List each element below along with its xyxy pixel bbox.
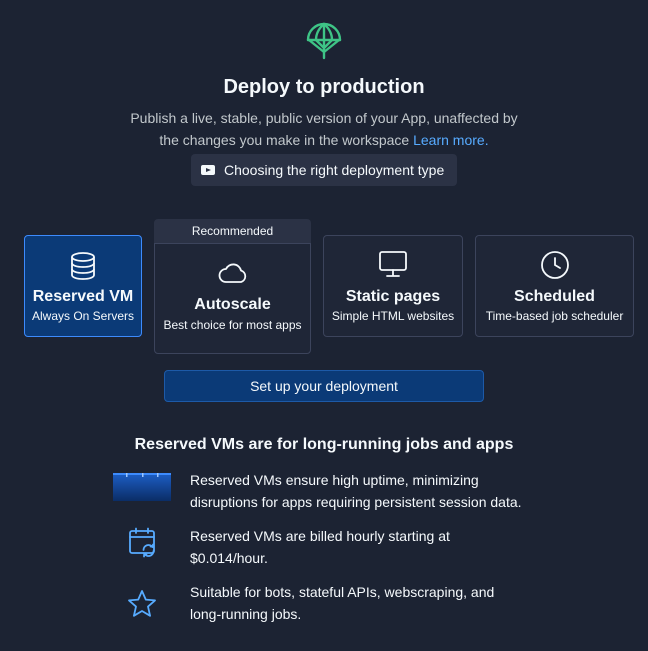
card-title: Reserved VM [32,288,134,305]
card-title: Autoscale [194,296,271,313]
video-guide-label: Choosing the right deployment type [224,162,445,178]
deployment-card-reserved-vm[interactable]: Reserved VM Always On Servers [24,235,142,337]
clock-icon [540,251,569,279]
star-icon [128,590,156,617]
page-title: Deploy to production [223,76,425,98]
card-description: Time-based job scheduler [485,309,624,323]
database-icon [71,252,95,280]
recommended-badge: Recommended [154,219,311,243]
deploy-globe-icon [306,22,342,60]
calendar-refresh-icon [129,527,155,558]
deployment-card-static-pages[interactable]: Static pages Simple HTML websites [323,235,463,337]
learn-more-link[interactable]: Learn more. [413,132,488,148]
feature-text: Reserved VMs are billed hourly starting … [190,528,450,566]
page-subtitle: Publish a live, stable, public version o… [124,107,524,151]
youtube-icon [201,165,215,175]
card-title: Scheduled [514,288,595,305]
feature-text: Suitable for bots, stateful APIs, webscr… [190,584,495,622]
uptime-bar-icon [113,473,171,501]
setup-deployment-button[interactable]: Set up your deployment [164,370,484,402]
card-title: Static pages [345,288,441,305]
info-section-title: Reserved VMs are for long-running jobs a… [134,436,514,453]
cloud-icon [218,263,246,283]
card-description: Always On Servers [31,309,135,323]
card-description: Best choice for most apps [163,318,302,332]
feature-text: Reserved VMs ensure high uptime, minimiz… [190,472,522,510]
monitor-icon [379,251,407,277]
video-guide-button[interactable]: Choosing the right deployment type [191,154,457,186]
deployment-card-scheduled[interactable]: Scheduled Time-based job scheduler [475,235,634,337]
deployment-card-autoscale[interactable]: Autoscale Best choice for most apps [154,243,311,354]
card-description: Simple HTML websites [331,309,455,323]
